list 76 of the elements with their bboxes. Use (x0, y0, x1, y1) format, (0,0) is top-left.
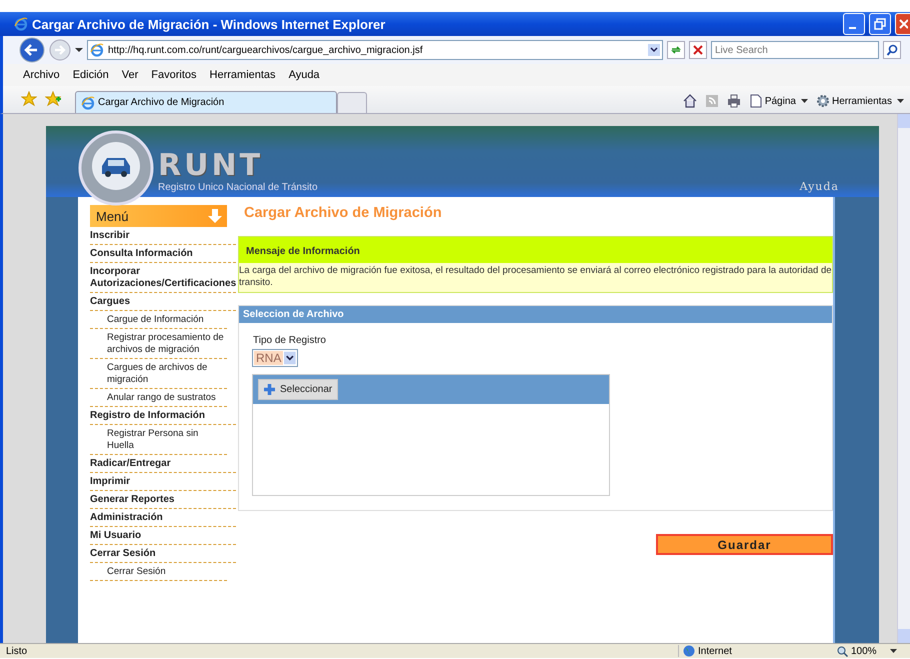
browser-logo-icon (14, 17, 28, 31)
menu-link[interactable]: Administración (90, 509, 236, 527)
printer-icon[interactable] (726, 94, 741, 108)
menu-link[interactable]: Anular rango de sustratos (90, 389, 227, 407)
menu-link[interactable]: Cerrar Sesión (90, 545, 236, 563)
page-icon (90, 43, 104, 57)
page-icon (748, 94, 763, 108)
caret-icon (284, 351, 296, 365)
search-icon (886, 44, 898, 56)
page-title: Cargar Archivo de Migración (243, 205, 443, 221)
field-label: Tipo de Registro (253, 335, 327, 346)
maximize-button[interactable] (869, 13, 891, 35)
caret-icon (897, 98, 904, 104)
menu-link[interactable]: Inscribir (90, 227, 236, 245)
menu-link[interactable]: Consulta Información (90, 245, 236, 263)
menu-link[interactable]: Registrar Persona sin Huella (90, 425, 227, 455)
menu-header[interactable]: Menú (90, 205, 227, 227)
zoom-control[interactable]: 100% (837, 646, 897, 656)
arrow-down-icon (207, 208, 223, 224)
plus-icon (263, 383, 276, 396)
menu-link[interactable]: Generar Reportes (90, 491, 236, 509)
caret-icon[interactable] (75, 47, 83, 53)
dropdown-button[interactable] (648, 44, 660, 56)
gear-icon (816, 94, 830, 108)
window-title: Cargar Archivo de Migración - Windows Internet Explorer (32, 16, 386, 32)
menu-link[interactable]: Mi Usuario (90, 527, 236, 545)
status-text: Listo (6, 646, 28, 656)
zone-label: Internet (698, 646, 732, 656)
menu-item[interactable]: Ayuda (288, 69, 320, 81)
close-icon (898, 18, 908, 30)
zoom-icon (837, 646, 848, 656)
menu-link[interactable]: Incorporar Autorizaciones/Certificaciones (90, 263, 236, 293)
caret-icon (890, 648, 897, 654)
home-icon[interactable] (682, 94, 697, 108)
star-icon[interactable] (21, 91, 37, 107)
restore-icon (874, 18, 886, 30)
close-button[interactable] (895, 13, 910, 35)
toolbar-button[interactable]: Página (748, 94, 808, 108)
caret-icon (800, 98, 808, 104)
menu-link[interactable]: Registro de Información (90, 407, 236, 425)
refresh-button[interactable] (667, 41, 685, 59)
menu-link[interactable]: Registrar procesamiento de archivos de migración (90, 329, 227, 359)
message-heading: Mensaje de Información (239, 237, 832, 263)
minimize-icon (848, 27, 856, 29)
menu-link[interactable]: Cargues de archivos de migración (90, 359, 227, 389)
menu-item[interactable]: Edición (72, 69, 109, 81)
menu-link[interactable]: Cargues (90, 293, 236, 311)
help-link[interactable]: Ayuda (800, 180, 839, 193)
select-file-button[interactable]: Seleccionar (258, 379, 338, 400)
menu-item[interactable]: Herramientas (210, 69, 276, 81)
message-text: La carga del archivo de migración fue exitosa, el resultado del procesamiento se enviará al correo electrónico registrado para la autoridad de transito. (239, 263, 832, 292)
page-icon (81, 96, 95, 110)
search-field[interactable]: Live Search (711, 41, 879, 59)
add-favorite-icon[interactable] (45, 91, 61, 107)
arrows-icon (670, 44, 682, 56)
globe-icon (683, 645, 695, 657)
menu-link[interactable]: Radicar/Entregar (90, 455, 236, 473)
car-logo-icon (78, 130, 154, 206)
menu-link[interactable]: Cerrar Sesión (90, 563, 227, 581)
search-button[interactable] (883, 41, 901, 59)
close-icon (693, 45, 703, 55)
toolbar-button[interactable]: Herramientas (816, 94, 904, 108)
menu-item[interactable]: Favoritos (151, 69, 197, 81)
back-button[interactable] (19, 37, 45, 63)
stop-button[interactable] (689, 41, 707, 59)
menu-link[interactable]: Imprimir (90, 473, 236, 491)
menu-item[interactable]: Ver (122, 69, 138, 81)
minimize-button[interactable] (843, 13, 865, 35)
menu-link[interactable]: Cargue de Información (90, 311, 227, 329)
logo-subtitle: Registro Unico Nacional de Tránsito (158, 182, 318, 193)
panel-title: Seleccion de Archivo (239, 306, 832, 323)
logo-text: RUNT (158, 150, 264, 182)
address-bar[interactable]: http://hq.runt.com.co/runt/carguearchivos/cargue_archivo_migracion.jsf (87, 40, 663, 60)
browser-tab[interactable]: Cargar Archivo de Migración (75, 91, 337, 113)
menu-item[interactable]: Archivo (23, 69, 60, 81)
save-button[interactable]: Guardar (656, 534, 833, 555)
